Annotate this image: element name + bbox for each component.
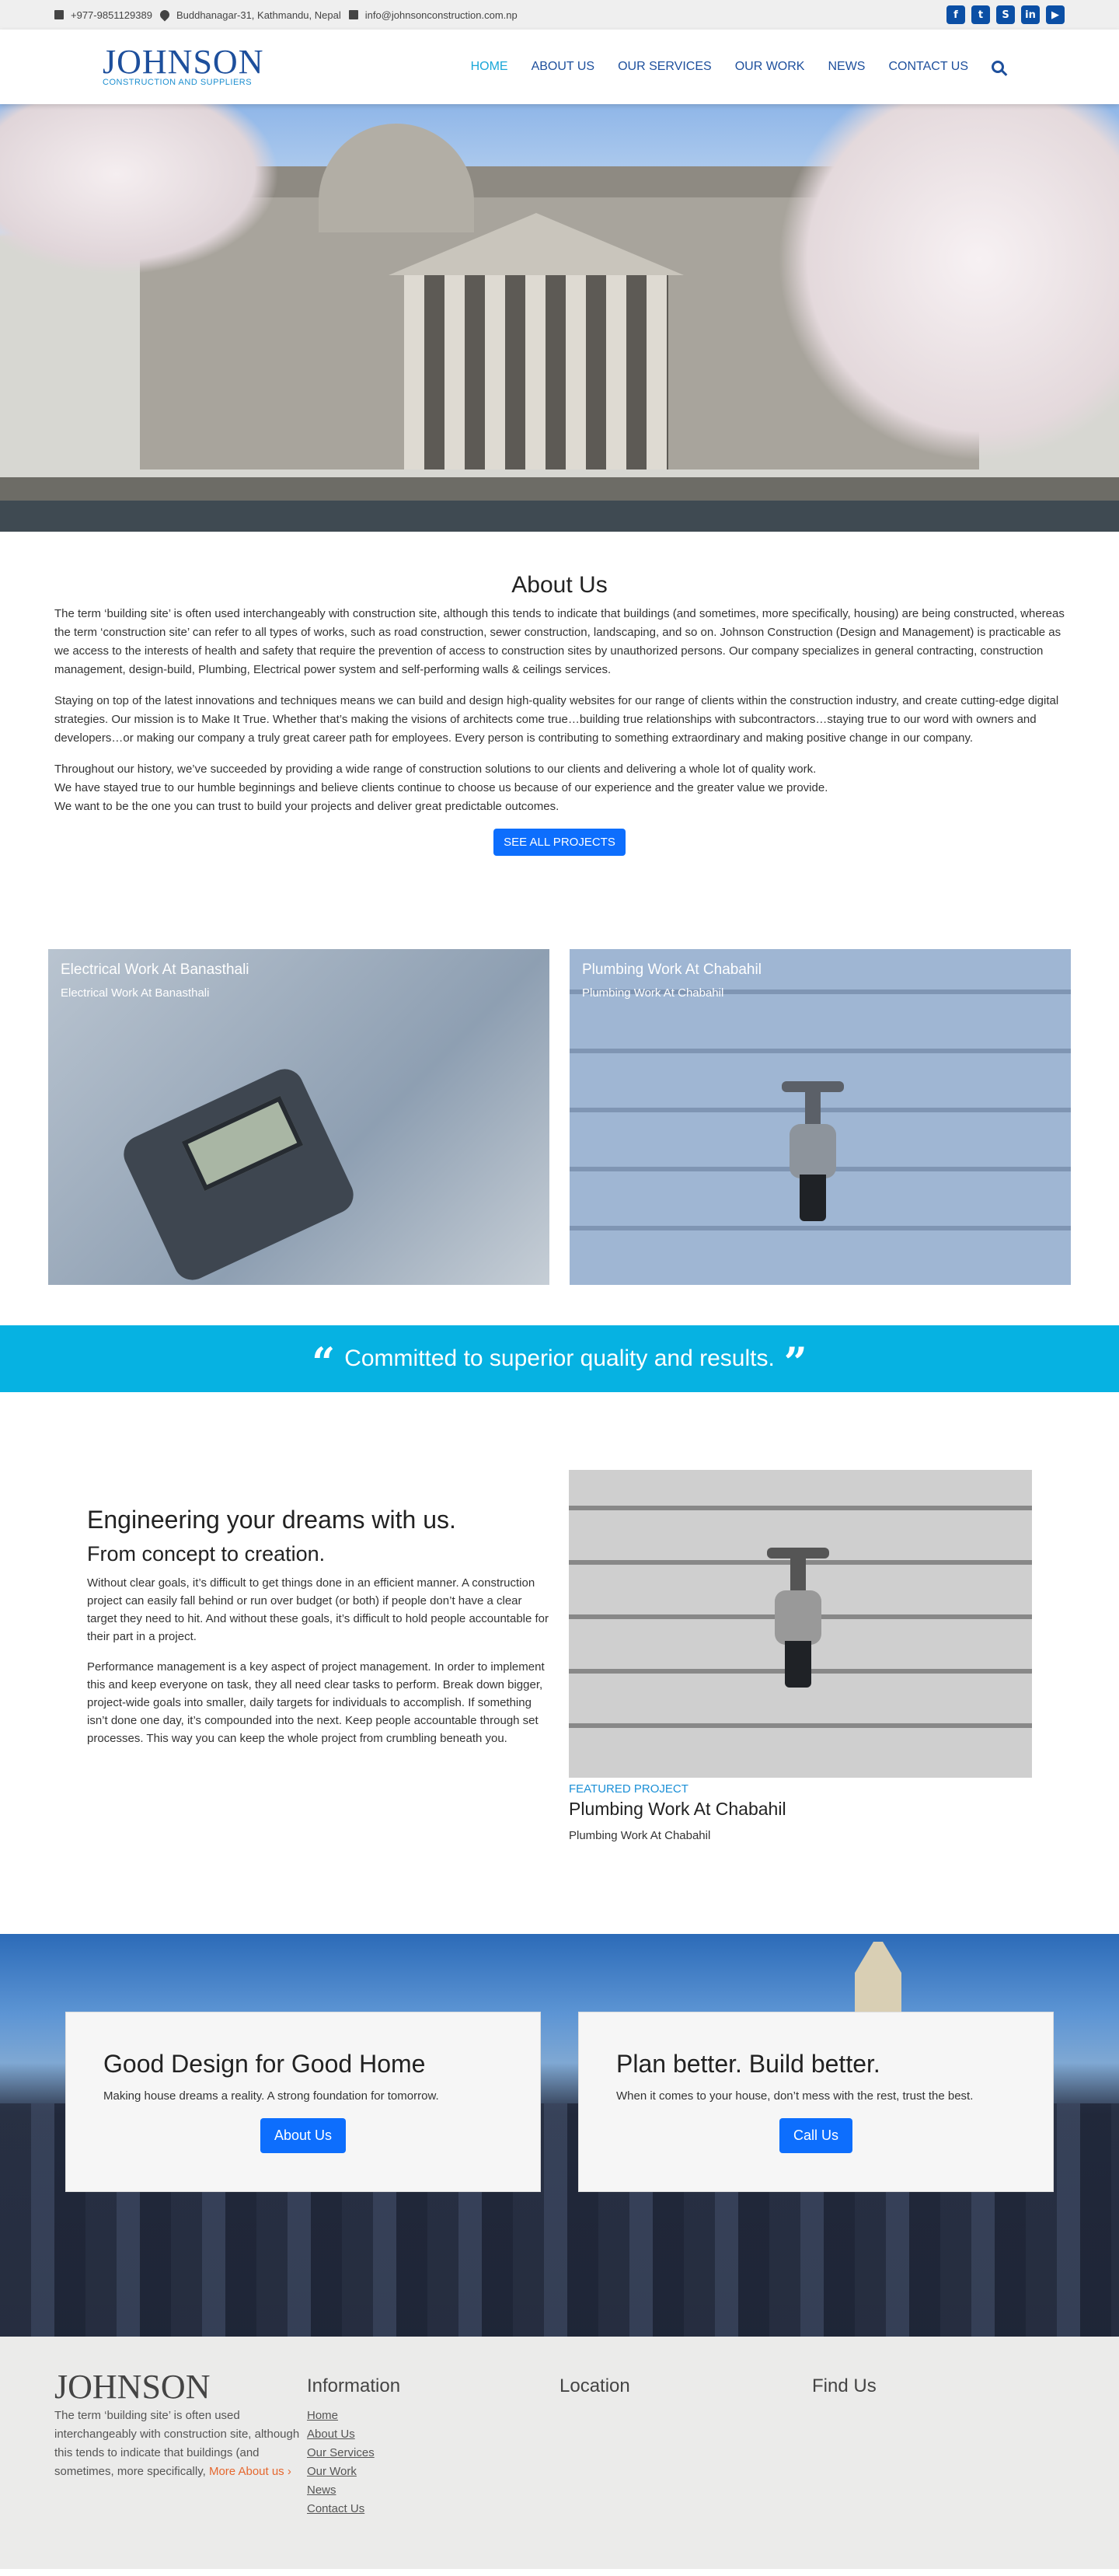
main-nav: HOME ABOUT US OUR SERVICES OUR WORK NEWS…	[471, 60, 1004, 74]
cta-title: Plan better. Build better.	[616, 2050, 880, 2078]
featured-tag: FEATURED PROJECT	[569, 1782, 688, 1796]
call-us-button[interactable]: Call Us	[779, 2118, 852, 2153]
engineering-title: Engineering your dreams with us.	[87, 1506, 456, 1534]
footer-find-us: Find Us	[812, 2371, 1065, 2569]
footer-link-our-work[interactable]: Our Work	[307, 2463, 560, 2481]
social-links: f t S in ▶	[946, 5, 1065, 24]
nav-home[interactable]: HOME	[471, 60, 508, 74]
phone-icon	[54, 10, 64, 19]
project-subtitle: Electrical Work At Banasthali	[61, 986, 210, 1000]
cta-card-design: Good Design for Good Home Making house d…	[65, 2012, 541, 2192]
footer-link-home[interactable]: Home	[307, 2407, 560, 2425]
nav-contact-us[interactable]: CONTACT US	[888, 60, 968, 74]
featured-project-image[interactable]	[569, 1470, 1032, 1778]
about-paragraph-4: We have stayed true to our humble beginn…	[54, 781, 828, 794]
about-paragraph-2: Staying on top of the latest innovations…	[54, 694, 1059, 745]
nav-news[interactable]: NEWS	[828, 60, 865, 74]
faucet-image	[778, 1081, 848, 1221]
site-logo[interactable]: JOHNSON CONSTRUCTION AND SUPPLIERS	[103, 43, 264, 88]
faucet-image	[763, 1548, 833, 1688]
about-us-button[interactable]: About Us	[260, 2118, 347, 2153]
footer-find-title: Find Us	[812, 2375, 877, 2396]
hero-banner	[0, 104, 1119, 532]
engineering-subtitle: From concept to creation.	[87, 1542, 326, 1565]
footer-location-title: Location	[560, 2375, 630, 2396]
projects-grid: Electrical Work At Banasthali Electrical…	[0, 879, 1119, 1325]
project-card-plumbing[interactable]: Plumbing Work At Chabahil Plumbing Work …	[570, 949, 1071, 1285]
featured-title[interactable]: Plumbing Work At Chabahil	[569, 1799, 1032, 1820]
more-about-link[interactable]: More About us	[209, 2465, 284, 2478]
featured-subtitle: Plumbing Work At Chabahil	[569, 1829, 711, 1842]
address: Buddhanagar-31, Kathmandu, Nepal	[176, 9, 341, 21]
footer-about: JOHNSON The term ‘building site’ is ofte…	[54, 2368, 307, 2569]
phone-number[interactable]: +977-9851129389	[71, 9, 152, 21]
email-link[interactable]: info@johnsonconstruction.com.np	[365, 9, 518, 21]
quote-banner: “ Committed to superior quality and resu…	[0, 1325, 1119, 1392]
cta-card-plan: Plan better. Build better. When it comes…	[578, 2012, 1054, 2192]
project-title: Electrical Work At Banasthali	[61, 962, 249, 978]
about-paragraph-5: We want to be the one you can trust to b…	[54, 800, 560, 813]
engineering-section: Engineering your dreams with us. From co…	[0, 1392, 1119, 1934]
contact-info: +977-9851129389 Buddhanagar-31, Kathmand…	[54, 8, 518, 22]
project-subtitle: Plumbing Work At Chabahil	[582, 986, 724, 1000]
site-footer: JOHNSON The term ‘building site’ is ofte…	[0, 2337, 1119, 2569]
footer-info-title: Information	[307, 2375, 401, 2396]
site-header: JOHNSON CONSTRUCTION AND SUPPLIERS HOME …	[0, 30, 1119, 104]
hero-water	[0, 501, 1119, 532]
chevron-right-icon: ›	[287, 2465, 291, 2478]
quote-open-icon: “	[312, 1339, 336, 1387]
linkedin-icon[interactable]: in	[1021, 5, 1040, 24]
footer-link-our-services[interactable]: Our Services	[307, 2444, 560, 2463]
about-title: About Us	[511, 572, 608, 598]
cta-text: Making house dreams a reality. A strong …	[103, 2089, 439, 2103]
quote-text: Committed to superior quality and result…	[344, 1346, 775, 1371]
twitter-icon[interactable]: t	[971, 5, 990, 24]
about-section: About Us The term ‘building site’ is oft…	[0, 532, 1119, 879]
about-paragraph-3: Throughout our history, we’ve succeeded …	[54, 763, 817, 776]
footer-link-contact-us[interactable]: Contact Us	[307, 2500, 560, 2518]
footer-text: The term ‘building site’ is often used i…	[54, 2407, 307, 2481]
engineering-paragraph-1: Without clear goals, it’s difficult to g…	[87, 1576, 549, 1643]
facebook-icon[interactable]: f	[946, 5, 965, 24]
building-dome	[319, 124, 474, 232]
envelope-icon	[348, 10, 358, 19]
see-all-projects-button[interactable]: SEE ALL PROJECTS	[493, 829, 626, 856]
featured-project: FEATURED PROJECT Plumbing Work At Chabah…	[569, 1470, 1032, 1842]
quote-close-icon: ”	[783, 1339, 807, 1387]
youtube-icon[interactable]: ▶	[1046, 5, 1065, 24]
footer-link-about-us[interactable]: About Us	[307, 2425, 560, 2444]
footer-link-news[interactable]: News	[307, 2481, 560, 2500]
skype-icon[interactable]: S	[996, 5, 1015, 24]
about-paragraph-1: The term ‘building site’ is often used i…	[54, 607, 1065, 676]
footer-information: Information Home About Us Our Services O…	[307, 2371, 560, 2569]
cta-title: Good Design for Good Home	[103, 2050, 426, 2078]
footer-logo: JOHNSON	[54, 2368, 211, 2406]
map-marker-icon	[158, 8, 172, 22]
city-banner: Good Design for Good Home Making house d…	[0, 1934, 1119, 2337]
engineering-paragraph-2: Performance management is a key aspect o…	[87, 1660, 545, 1745]
nav-about-us[interactable]: ABOUT US	[532, 60, 595, 74]
nav-our-work[interactable]: OUR WORK	[735, 60, 805, 74]
logo-name: JOHNSON	[103, 43, 264, 81]
nav-our-services[interactable]: OUR SERVICES	[618, 60, 712, 74]
footer-location: Location	[560, 2371, 812, 2569]
building-columns	[404, 275, 668, 469]
logo-tagline: CONSTRUCTION AND SUPPLIERS	[103, 78, 253, 87]
cta-text: When it comes to your house, don’t mess …	[616, 2089, 974, 2103]
project-title: Plumbing Work At Chabahil	[582, 962, 762, 978]
project-card-electrical[interactable]: Electrical Work At Banasthali Electrical…	[48, 949, 549, 1285]
top-bar: +977-9851129389 Buddhanagar-31, Kathmand…	[0, 0, 1119, 30]
search-icon[interactable]	[992, 61, 1004, 73]
